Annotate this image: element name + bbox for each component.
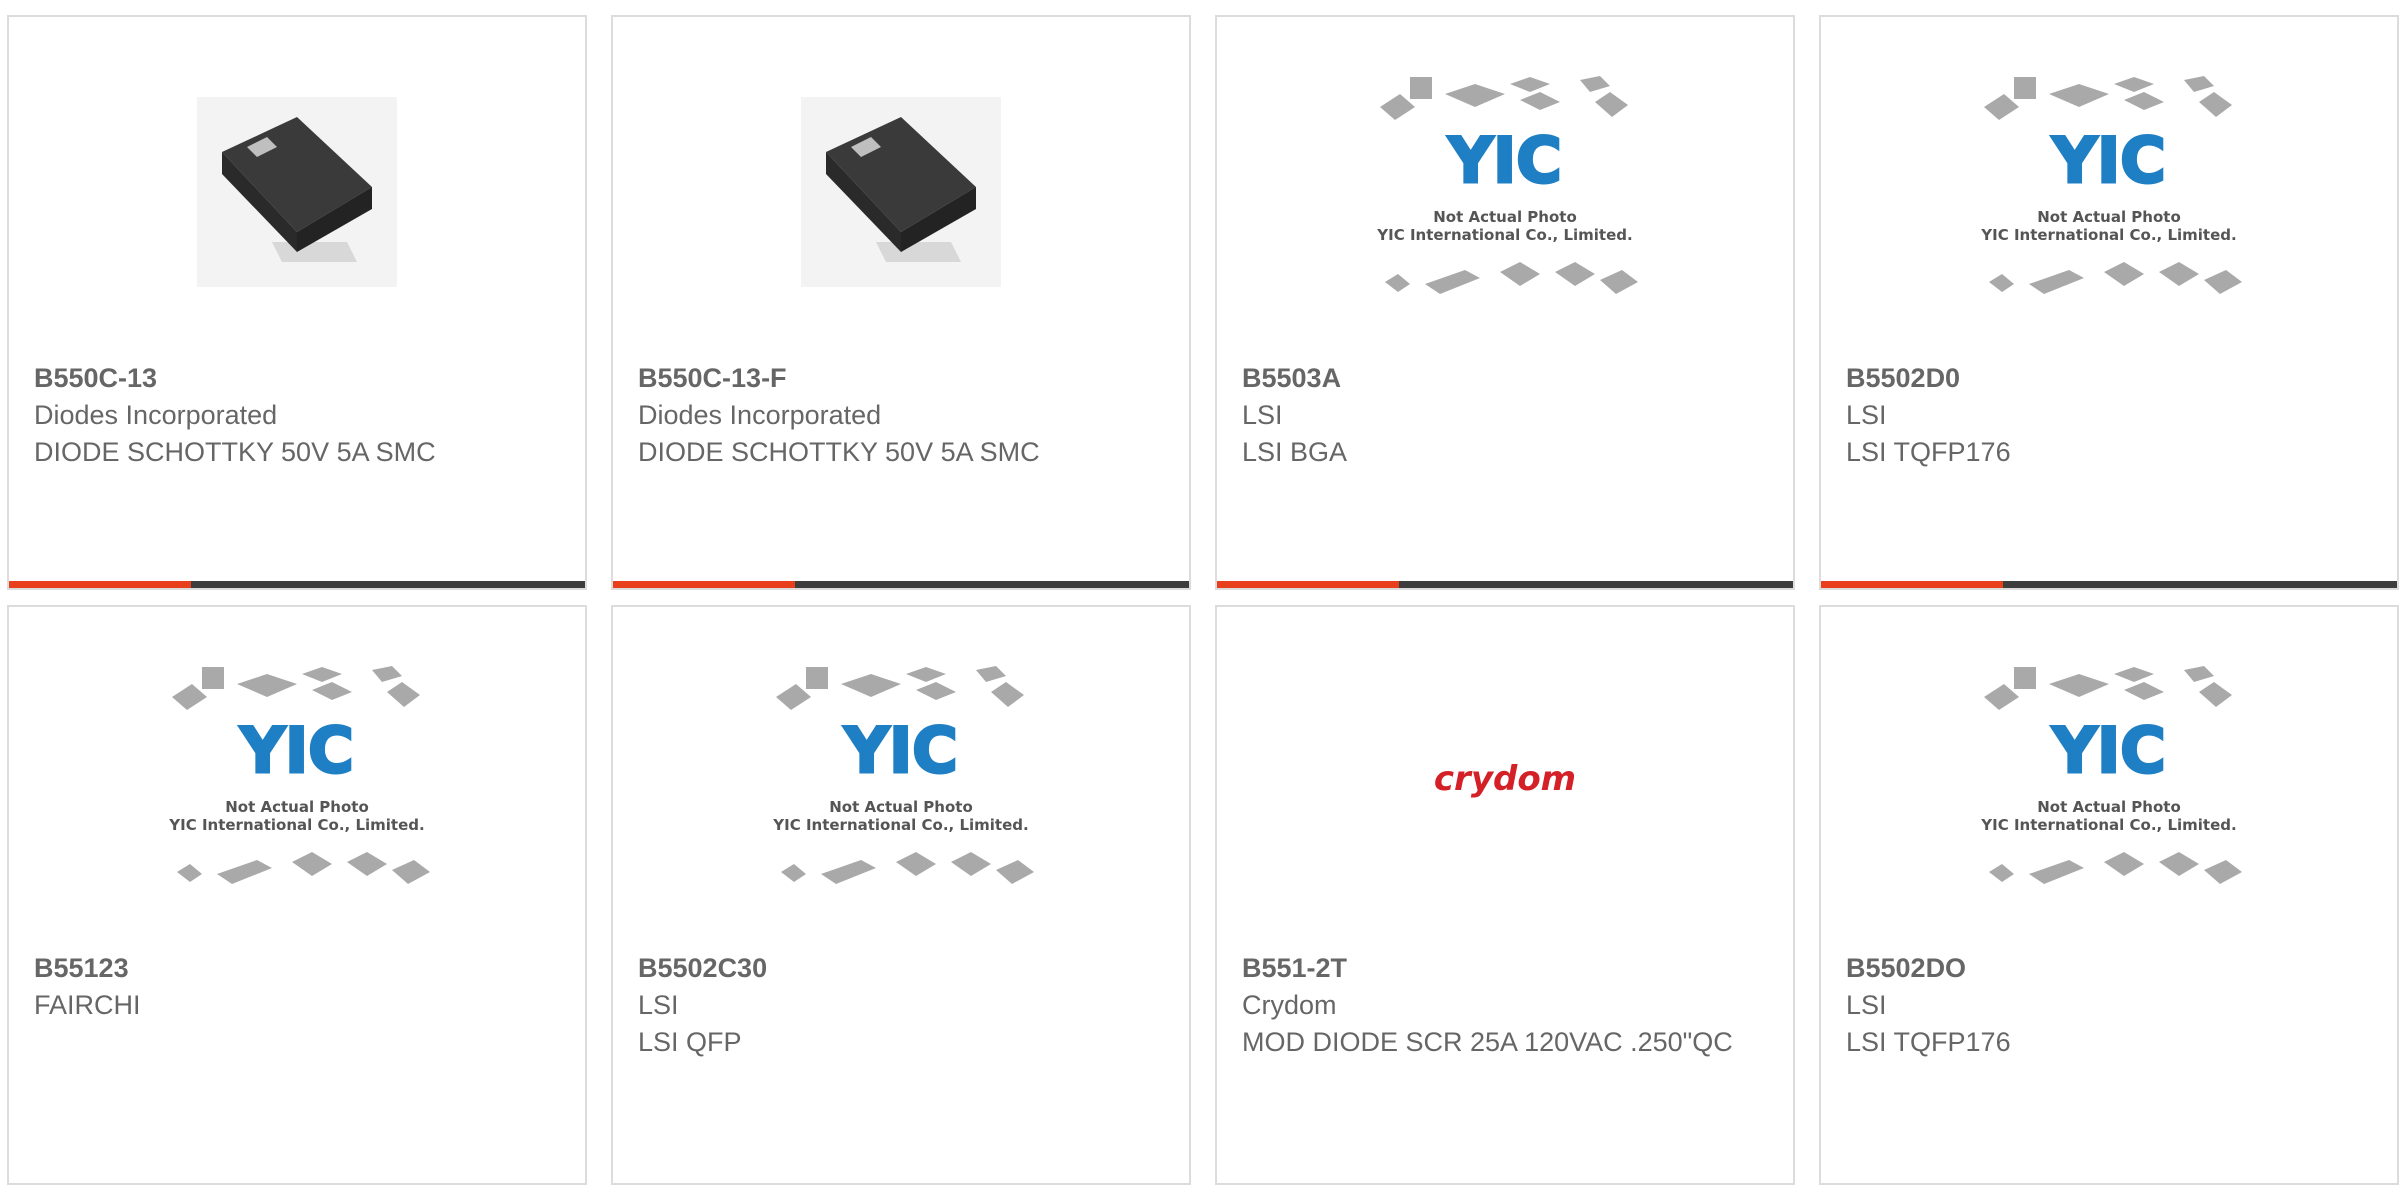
part-number[interactable]: B550C-13-F	[638, 360, 1158, 397]
product-card[interactable]: YIC Not Actual Photo YIC International C…	[1819, 15, 2399, 590]
product-image: crydom	[1217, 667, 1793, 897]
progress-accent	[1821, 581, 2003, 588]
progress-bar	[1821, 581, 2397, 588]
product-card[interactable]: YIC Not Actual Photo YIC International C…	[7, 605, 587, 1185]
manufacturer: LSI	[638, 990, 679, 1020]
product-card[interactable]: B550C-13-F Diodes Incorporated DIODE SCH…	[611, 15, 1191, 590]
description: MOD DIODE SCR 25A 120VAC .250"QC	[1242, 1027, 1733, 1057]
placeholder-line2: YIC International Co., Limited.	[1376, 226, 1632, 244]
part-number[interactable]: B55123	[34, 950, 554, 987]
product-card[interactable]: crydom B551-2T Crydom MOD DIODE SCR 25A …	[1215, 605, 1795, 1185]
progress-accent	[1217, 581, 1399, 588]
manufacturer: LSI	[1242, 400, 1283, 430]
product-card[interactable]: YIC Not Actual Photo YIC International C…	[611, 605, 1191, 1185]
progress-bar	[613, 581, 1189, 588]
placeholder-line2: YIC International Co., Limited.	[168, 816, 424, 834]
manufacturer: Diodes Incorporated	[34, 400, 278, 430]
yic-placeholder-image: YIC Not Actual Photo YIC International C…	[168, 666, 430, 884]
yic-logo: YIC	[1447, 124, 1561, 197]
description: LSI BGA	[1242, 437, 1348, 467]
yic-logo: YIC	[2051, 124, 2165, 197]
product-image	[9, 77, 585, 307]
part-number[interactable]: B5503A	[1242, 360, 1762, 397]
description: DIODE SCHOTTKY 50V 5A SMC	[34, 437, 436, 467]
placeholder-line1: Not Actual Photo	[2037, 208, 2181, 226]
description: DIODE SCHOTTKY 50V 5A SMC	[638, 437, 1040, 467]
part-number[interactable]: B550C-13	[34, 360, 554, 397]
product-card[interactable]: YIC Not Actual Photo YIC International C…	[1215, 15, 1795, 590]
placeholder-line2: YIC International Co., Limited.	[772, 816, 1028, 834]
manufacturer: FAIRCHI	[34, 990, 141, 1020]
crydom-logo: crydom	[1434, 759, 1576, 799]
crydom-logo-text: crydom	[1434, 759, 1576, 799]
progress-bar	[9, 581, 585, 588]
description: LSI QFP	[638, 1027, 742, 1057]
placeholder-line2: YIC International Co., Limited.	[1980, 816, 2236, 834]
placeholder-line1: Not Actual Photo	[829, 798, 973, 816]
diode-smc-photo	[197, 97, 397, 287]
part-number[interactable]: B5502DO	[1846, 950, 2366, 987]
product-image: YIC Not Actual Photo YIC International C…	[1217, 76, 1793, 307]
description: LSI TQFP176	[1846, 1027, 2011, 1057]
yic-logo: YIC	[2051, 714, 2165, 787]
product-grid: B550C-13 Diodes Incorporated DIODE SCHOT…	[0, 0, 2400, 1185]
product-image: YIC Not Actual Photo YIC International C…	[613, 666, 1189, 897]
yic-placeholder-image: YIC Not Actual Photo YIC International C…	[1980, 666, 2242, 884]
placeholder-line2: YIC International Co., Limited.	[1980, 226, 2236, 244]
product-image	[613, 77, 1189, 307]
manufacturer: LSI	[1846, 400, 1887, 430]
yic-placeholder-image: YIC Not Actual Photo YIC International C…	[1376, 76, 1638, 294]
placeholder-line1: Not Actual Photo	[1433, 208, 1577, 226]
manufacturer: Diodes Incorporated	[638, 400, 882, 430]
placeholder-line1: Not Actual Photo	[225, 798, 369, 816]
product-card[interactable]: B550C-13 Diodes Incorporated DIODE SCHOT…	[7, 15, 587, 590]
product-image: YIC Not Actual Photo YIC International C…	[9, 666, 585, 897]
progress-accent	[613, 581, 795, 588]
product-image: YIC Not Actual Photo YIC International C…	[1821, 666, 2397, 897]
part-number[interactable]: B551-2T	[1242, 950, 1762, 987]
part-number[interactable]: B5502D0	[1846, 360, 2366, 397]
product-image: YIC Not Actual Photo YIC International C…	[1821, 76, 2397, 307]
progress-accent	[9, 581, 191, 588]
diode-smc-photo	[801, 97, 1001, 287]
placeholder-line1: Not Actual Photo	[2037, 798, 2181, 816]
yic-placeholder-image: YIC Not Actual Photo YIC International C…	[1980, 76, 2242, 294]
yic-placeholder-image: YIC Not Actual Photo YIC International C…	[772, 666, 1034, 884]
yic-logo: YIC	[843, 714, 957, 787]
manufacturer: Crydom	[1242, 990, 1337, 1020]
yic-logo: YIC	[239, 714, 353, 787]
part-number[interactable]: B5502C30	[638, 950, 1158, 987]
product-card[interactable]: YIC Not Actual Photo YIC International C…	[1819, 605, 2399, 1185]
manufacturer: LSI	[1846, 990, 1887, 1020]
progress-bar	[1217, 581, 1793, 588]
description: LSI TQFP176	[1846, 437, 2011, 467]
